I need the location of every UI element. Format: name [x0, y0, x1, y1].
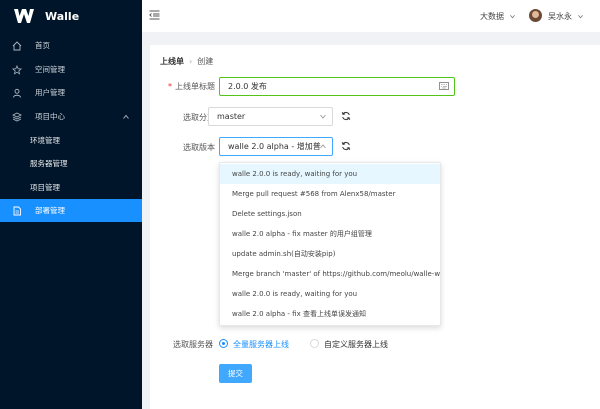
version-option[interactable]: walle 2.0 alpha - fix master 的用户组管理 [220, 224, 440, 244]
home-icon [12, 40, 22, 50]
sidebar-item-label: 服务器管理 [30, 159, 68, 168]
title-input[interactable]: 2.0.0 发布 [219, 77, 455, 96]
logo[interactable]: Walle [0, 0, 142, 32]
breadcrumb-parent[interactable]: 上线单 [160, 57, 184, 66]
file-icon [13, 206, 21, 215]
sidebar-item-home[interactable]: 首页 [0, 34, 142, 57]
version-option[interactable]: update admin.sh(自动安装pip) [220, 244, 440, 264]
version-option[interactable]: Merge branch 'master' of https://github.… [220, 264, 440, 284]
chevron-up-icon [123, 114, 129, 119]
breadcrumb: 上线单 › 创建 [160, 56, 213, 67]
sidebar-item-users[interactable]: 用户管理 [0, 81, 142, 104]
branch-select[interactable]: master [208, 107, 333, 126]
sidebar-item-spaces[interactable]: 空间管理 [0, 58, 142, 81]
sidebar: Walle 首页 空间管理 用户管理 项目中心 环境管理 服务器管理 项目管理 … [0, 0, 142, 409]
version-option[interactable]: Merge pull request #568 from Alenx58/mas… [220, 184, 440, 204]
top-header: 大数据 吴水永 [142, 0, 600, 32]
space-selector[interactable]: 大数据 [480, 11, 515, 22]
radio-all-servers[interactable] [219, 339, 228, 348]
branch-label: 选取分支 [183, 113, 215, 122]
server-label: 选取服务器 [173, 340, 213, 349]
layers-icon [12, 112, 22, 121]
sidebar-item-label: 项目中心 [35, 112, 65, 121]
space-name: 大数据 [480, 12, 504, 21]
radio-all-servers-label[interactable]: 全量服务器上线 [233, 339, 289, 350]
version-option[interactable]: walle 2.0 alpha - fix 查看上线单误发通知 [220, 304, 440, 324]
version-dropdown: walle 2.0.0 is ready, waiting for you Me… [219, 162, 441, 326]
refresh-branch-icon[interactable] [341, 111, 351, 121]
sidebar-item-label: 空间管理 [35, 65, 65, 74]
branch-value: master [217, 112, 246, 121]
star-icon [12, 64, 22, 75]
sidebar-item-environments[interactable]: 环境管理 [0, 129, 142, 152]
chevron-down-icon [509, 15, 515, 19]
version-option[interactable]: walle 2.0.0 is ready, waiting for you [220, 284, 440, 304]
chevron-down-icon [577, 15, 583, 19]
radio-custom-servers[interactable] [310, 339, 319, 348]
version-select[interactable]: walle 2.0 alpha - 增加普 [219, 137, 333, 156]
version-value: walle 2.0 alpha - 增加普 [228, 142, 321, 151]
user-name: 吴水永 [548, 12, 572, 21]
walle-logo-icon [14, 9, 34, 23]
sidebar-item-deployments[interactable]: 部署管理 [0, 199, 142, 222]
version-option[interactable]: Delete settings.json [220, 204, 440, 224]
sidebar-item-servers[interactable]: 服务器管理 [0, 152, 142, 175]
version-option[interactable]: walle 2.0.0 is ready, waiting for you [220, 164, 440, 184]
sidebar-item-label: 部署管理 [35, 206, 65, 215]
user-menu[interactable]: 吴水永 [548, 11, 583, 22]
sidebar-item-label: 用户管理 [35, 88, 65, 97]
refresh-version-icon[interactable] [341, 141, 351, 151]
sidebar-item-projects[interactable]: 项目管理 [0, 176, 142, 199]
radio-custom-servers-label[interactable]: 自定义服务器上线 [324, 339, 388, 350]
avatar[interactable] [529, 9, 542, 22]
sidebar-item-project-center[interactable]: 项目中心 [0, 105, 142, 128]
sidebar-item-label: 环境管理 [30, 136, 60, 145]
sidebar-item-label: 首页 [35, 41, 50, 50]
chevron-down-icon [320, 114, 326, 119]
sidebar-item-label: 项目管理 [30, 183, 60, 192]
app-name: Walle [45, 9, 80, 23]
breadcrumb-current: 创建 [197, 57, 214, 66]
menu-fold-icon[interactable] [149, 10, 160, 20]
submit-button[interactable]: 提交 [219, 364, 252, 383]
version-label: 选取版本 [183, 143, 215, 152]
title-value: 2.0.0 发布 [228, 82, 267, 91]
breadcrumb-separator: › [189, 57, 193, 66]
keyboard-icon [439, 82, 449, 90]
chevron-up-icon [320, 144, 326, 149]
user-icon [13, 88, 21, 98]
title-label: * 上线单标题 [168, 82, 215, 91]
